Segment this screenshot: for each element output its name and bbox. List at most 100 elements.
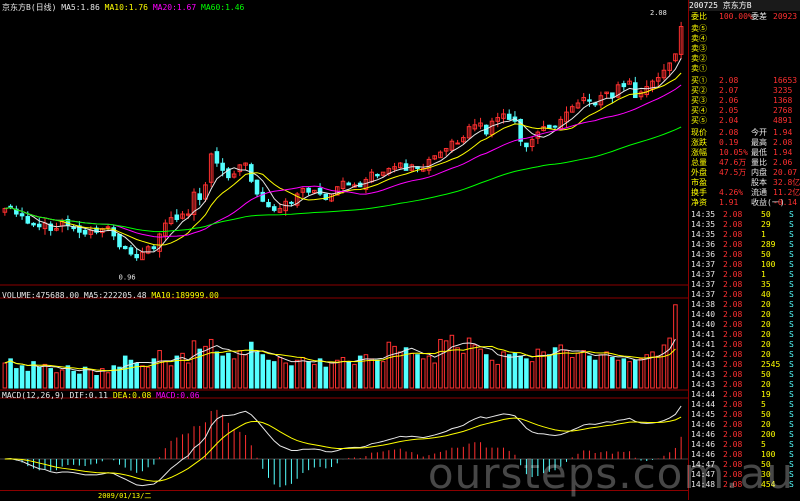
candle-body <box>403 163 409 171</box>
volume-bar <box>363 354 369 389</box>
volume-bar <box>203 345 208 389</box>
quote-value-2: 20923 <box>773 12 798 21</box>
candle-body <box>19 213 25 217</box>
volume-bar <box>673 304 678 389</box>
volume-ma10: MA10:189999.00 <box>151 291 219 300</box>
volume-bar <box>208 338 214 389</box>
low-annotation: 0.96 <box>119 274 136 282</box>
volume-bar <box>317 358 323 389</box>
candle-body <box>455 142 460 145</box>
volume-bar <box>472 344 478 389</box>
candle-body <box>266 201 271 208</box>
quote-value-2: -0.14 <box>773 198 798 207</box>
volume-bar <box>455 347 460 389</box>
volume-bar <box>587 355 592 389</box>
macd-title: MACD(12,26,9) <box>2 391 65 400</box>
volume-bar <box>501 351 506 389</box>
volume-bar <box>323 366 329 389</box>
candle-body <box>134 254 139 259</box>
volume-bar <box>667 337 672 389</box>
candle-body <box>633 82 638 99</box>
volume-bar <box>506 354 512 389</box>
candle-body <box>31 222 36 226</box>
candle-body <box>271 206 277 211</box>
volume-bar <box>65 365 71 389</box>
volume-bar <box>19 365 25 389</box>
candle-body <box>36 223 42 228</box>
candle-body <box>220 162 225 171</box>
volume-bar <box>392 345 397 389</box>
volume-bar <box>140 365 145 389</box>
volume-ma5-line <box>4 338 676 373</box>
volume-bar <box>54 372 59 389</box>
candle-body <box>317 187 323 195</box>
quote-value: 2.04 <box>719 116 739 125</box>
volume-bar <box>512 352 518 389</box>
stock-chart[interactable]: 2.08 0.96 <box>0 0 688 500</box>
volume-bar <box>77 373 82 389</box>
watermark: oursteps.com.au <box>427 449 794 498</box>
candle-body <box>506 113 512 120</box>
volume-bar <box>157 350 162 389</box>
volume-bar <box>231 358 237 389</box>
volume-bar <box>14 368 19 389</box>
volume-bar <box>466 337 472 389</box>
volume-bar <box>386 341 392 389</box>
volume-bar <box>495 363 501 389</box>
volume-bar <box>163 361 168 389</box>
volume-bar <box>220 355 225 389</box>
dea-label: DEA:0.08 <box>112 391 152 400</box>
candle-body <box>8 205 13 208</box>
volume-bar <box>197 348 202 389</box>
volume-bar <box>168 365 174 389</box>
volume-bar <box>518 355 523 389</box>
candle-body <box>254 179 260 195</box>
stock-code-title[interactable]: 200725 京东方B <box>689 0 800 11</box>
volume-bar <box>398 351 403 389</box>
candle-body <box>214 151 220 164</box>
candle-body <box>306 187 311 193</box>
volume-bar <box>25 370 31 389</box>
quote-row: 卖① <box>689 63 800 74</box>
volume-bar <box>260 354 266 389</box>
candle-body <box>151 246 157 250</box>
volume-bar <box>312 363 317 389</box>
candle-body <box>289 201 294 204</box>
volume-bar <box>369 358 374 389</box>
volume-bar <box>111 365 117 389</box>
volume-bar <box>558 344 564 389</box>
volume-bar <box>627 361 632 389</box>
quote-label-2: 委差 <box>751 12 767 21</box>
volume-legend: VOLUME:475688.00 MA5:222205.48 MA10:1899… <box>2 291 219 300</box>
volume-bar <box>489 359 495 389</box>
volume-bar <box>615 359 621 389</box>
volume-bar <box>289 365 294 389</box>
volume-bar <box>59 369 65 389</box>
volume-bar <box>271 361 277 389</box>
volume-bar <box>438 338 443 389</box>
volume-bar <box>36 366 42 389</box>
ma5-line <box>4 57 682 253</box>
ma5-label: MA5:1.86 <box>61 3 100 12</box>
quote-value: 100.00% <box>719 12 753 21</box>
macd-legend: MACD(12,26,9) DIF:0.11 DEA:0.08 MACD:0.0… <box>2 391 200 400</box>
high-annotation: 2.08 <box>650 9 667 17</box>
quote-row: 委比 100.00% 委差 20923 <box>689 11 800 22</box>
volume-ma10-line <box>4 345 676 372</box>
volume-bar <box>415 354 420 389</box>
volume-title: VOLUME:475688.00 <box>2 291 80 300</box>
quote-label: 卖① <box>691 64 707 73</box>
volume-bar <box>420 358 426 389</box>
volume-bar <box>569 356 575 389</box>
candle-body <box>587 99 592 102</box>
volume-bar <box>2 362 8 389</box>
volume-bar <box>243 354 248 389</box>
volume-bar <box>105 372 111 389</box>
volume-bar <box>547 354 552 389</box>
volume-bar <box>592 359 598 389</box>
volume-bar <box>375 359 380 389</box>
volume-bar <box>306 361 311 389</box>
volume-bar <box>226 352 231 389</box>
volume-bar <box>432 362 437 389</box>
volume-bar <box>409 352 415 389</box>
